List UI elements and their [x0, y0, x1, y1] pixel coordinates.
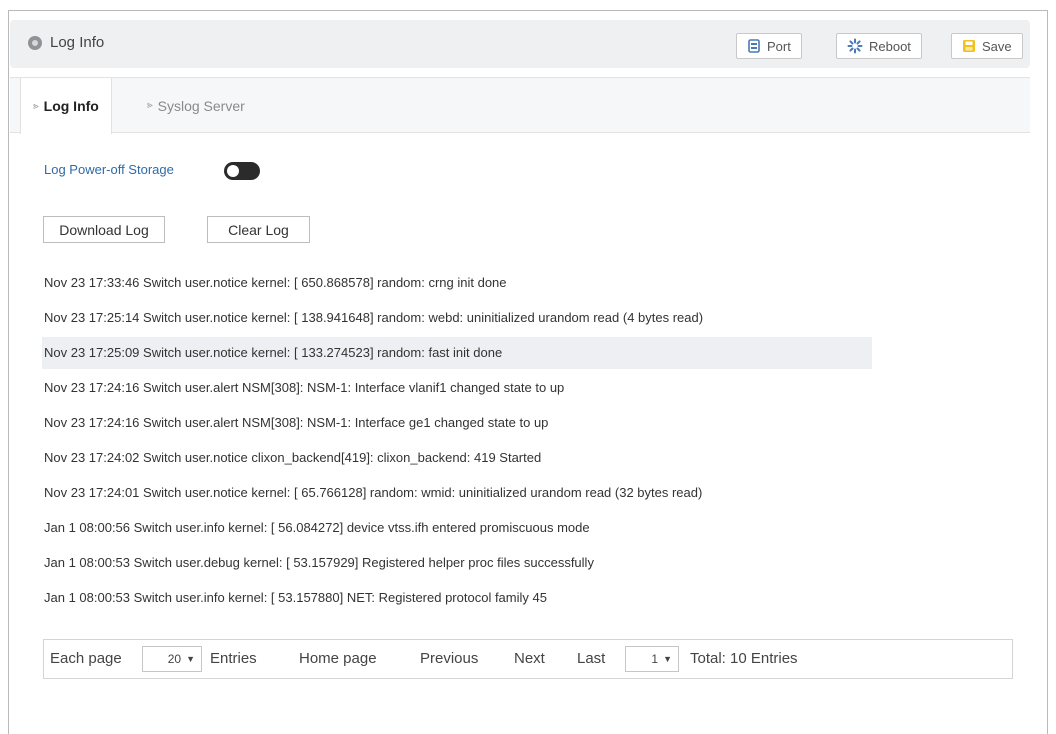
entries-label: Entries: [210, 650, 257, 667]
reboot-button-label: Reboot: [869, 38, 911, 54]
tab-bar: ⪢ Log Info ⪢ Syslog Server: [10, 77, 1030, 134]
page-header: Log Info Port Reboot Save: [10, 20, 1030, 68]
log-row: Nov 23 17:25:09 Switch user.notice kerne…: [42, 337, 872, 369]
each-page-label: Each page: [50, 650, 122, 667]
circle-icon: [28, 36, 42, 50]
last-link[interactable]: Last: [577, 650, 605, 667]
port-button-label: Port: [767, 38, 791, 54]
log-row: Nov 23 17:33:46 Switch user.notice kerne…: [44, 275, 507, 290]
download-log-button[interactable]: Download Log: [43, 216, 165, 243]
tab-label: Log Info: [43, 98, 99, 114]
caret-down-icon: ▼: [663, 654, 672, 664]
power-off-storage-toggle[interactable]: [224, 162, 260, 180]
clear-log-button[interactable]: Clear Log: [207, 216, 310, 243]
port-icon: [747, 39, 761, 53]
tab-label: Syslog Server: [157, 97, 245, 114]
save-button-label: Save: [982, 38, 1012, 54]
page-title: Log Info: [50, 34, 105, 51]
toggle-knob: [227, 165, 239, 177]
save-icon: [962, 39, 976, 53]
page-number-select[interactable]: 1 ▼: [625, 646, 679, 672]
current-page-value: 1: [651, 652, 659, 666]
tab-syslog-server[interactable]: ⪢ Syslog Server: [147, 78, 245, 133]
page-size-value: 20: [167, 652, 182, 666]
total-entries: Total: 10 Entries: [690, 650, 798, 667]
page-size-select[interactable]: 20 ▼: [142, 646, 202, 672]
log-row: Nov 23 17:24:01 Switch user.notice kerne…: [44, 485, 703, 500]
chevron-right-icon: ⪢: [33, 100, 39, 112]
log-row: Nov 23 17:25:14 Switch user.notice kerne…: [44, 310, 704, 325]
log-row: Nov 23 17:24:16 Switch user.alert NSM[30…: [44, 415, 549, 430]
reboot-icon: [847, 38, 863, 54]
home-page-link[interactable]: Home page: [299, 650, 377, 667]
log-row: Jan 1 08:00:53 Switch user.debug kernel:…: [44, 555, 594, 570]
port-button[interactable]: Port: [736, 33, 802, 59]
power-off-storage-label: Log Power-off Storage: [44, 162, 174, 177]
reboot-button[interactable]: Reboot: [836, 33, 922, 59]
log-row: Nov 23 17:24:02 Switch user.notice clixo…: [44, 450, 542, 465]
chevron-right-icon: ⪢: [147, 100, 153, 111]
caret-down-icon: ▼: [186, 654, 195, 664]
pagination-bar: Each page 20 ▼ Entries Home page Previou…: [43, 639, 1013, 679]
log-row: Jan 1 08:00:56 Switch user.info kernel: …: [44, 520, 590, 535]
log-row: Jan 1 08:00:53 Switch user.info kernel: …: [44, 590, 547, 605]
tab-log-info[interactable]: ⪢ Log Info: [20, 78, 112, 134]
previous-link[interactable]: Previous: [420, 650, 478, 667]
log-row: Nov 23 17:24:16 Switch user.alert NSM[30…: [44, 380, 565, 395]
save-button[interactable]: Save: [951, 33, 1023, 59]
next-link[interactable]: Next: [514, 650, 545, 667]
